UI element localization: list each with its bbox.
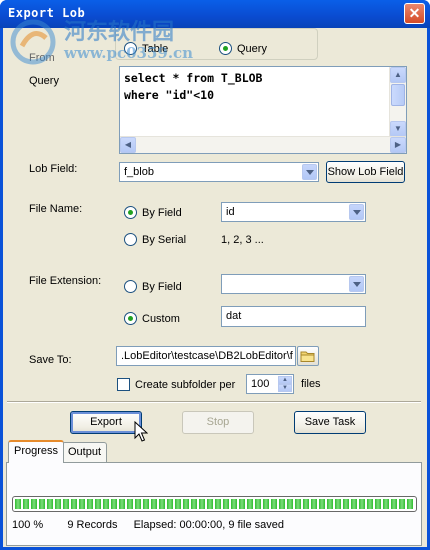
chevron-down-icon[interactable] xyxy=(349,276,364,292)
files-label: files xyxy=(301,378,321,390)
file-name-field-value: id xyxy=(226,206,235,218)
tab-output[interactable]: Output xyxy=(62,442,108,462)
radio-indicator xyxy=(124,280,137,293)
show-lob-field-button[interactable]: Show Lob Field xyxy=(326,161,405,183)
close-button[interactable]: ✕ xyxy=(404,3,425,24)
file-name-field-select[interactable]: id xyxy=(221,202,366,222)
chevron-down-icon[interactable] xyxy=(302,164,317,180)
query-vertical-scrollbar[interactable]: ▲ ▼ xyxy=(389,67,406,138)
file-ext-by-field-radio[interactable]: By Field xyxy=(124,280,182,293)
save-task-button[interactable]: Save Task xyxy=(294,411,366,434)
spin-up-icon[interactable]: ▲ xyxy=(278,376,292,384)
query-line-2: where "id"<10 xyxy=(124,88,215,102)
spin-down-icon[interactable]: ▼ xyxy=(278,384,292,392)
dialog-body: From Table Query Query select * from T_B… xyxy=(3,28,427,547)
scroll-down-icon[interactable]: ▼ xyxy=(390,121,406,137)
file-name-by-field-radio[interactable]: By Field xyxy=(124,206,182,219)
query-line-1: select * from T_BLOB xyxy=(124,71,263,85)
lob-field-value: f_blob xyxy=(124,166,154,178)
export-button[interactable]: Export xyxy=(70,411,142,434)
file-ext-by-field-label: By Field xyxy=(142,280,182,293)
progress-fill xyxy=(15,499,414,509)
scroll-thumb[interactable] xyxy=(391,84,405,106)
close-icon: ✕ xyxy=(408,5,421,21)
stop-button[interactable]: Stop xyxy=(182,411,254,434)
file-name-by-serial-radio[interactable]: By Serial xyxy=(124,233,186,246)
query-label: Query xyxy=(29,75,59,87)
progress-percent: 100 % xyxy=(12,519,44,531)
scroll-left-icon[interactable]: ◀ xyxy=(120,137,136,153)
lob-field-label: Lob Field: xyxy=(29,163,78,175)
custom-extension-input[interactable]: dat xyxy=(221,306,366,327)
progress-panel: 100 % 9 Records Elapsed: 00:00:00, 9 fil… xyxy=(6,462,422,546)
file-ext-custom-label: Custom xyxy=(142,312,180,325)
from-query-radio[interactable]: Query xyxy=(219,42,267,55)
scroll-right-icon[interactable]: ▶ xyxy=(390,137,406,153)
file-ext-custom-radio[interactable]: Custom xyxy=(124,312,180,325)
separator xyxy=(7,401,421,403)
from-label: From xyxy=(29,52,55,64)
title-bar[interactable]: Export Lob ✕ xyxy=(0,0,430,28)
file-name-by-field-label: By Field xyxy=(142,206,182,219)
from-query-label: Query xyxy=(237,42,267,55)
progress-status: 100 % 9 Records Elapsed: 00:00:00, 9 fil… xyxy=(12,519,284,531)
progress-records: 9 Records xyxy=(67,519,118,531)
file-name-label: File Name: xyxy=(29,203,83,215)
checkbox-box xyxy=(117,378,130,391)
browse-folder-button[interactable] xyxy=(297,346,319,366)
progress-elapsed: Elapsed: 00:00:00, 9 file saved xyxy=(133,519,285,531)
from-table-label: Table xyxy=(142,42,169,55)
mouse-pointer-icon xyxy=(134,421,148,442)
create-subfolder-checkbox[interactable]: Create subfolder per xyxy=(117,378,235,391)
radio-indicator xyxy=(219,42,232,55)
window-title: Export Lob xyxy=(8,6,86,20)
files-per-folder-value: 100 xyxy=(251,378,270,390)
scroll-up-icon[interactable]: ▲ xyxy=(390,67,406,83)
tab-progress[interactable]: Progress xyxy=(8,440,65,463)
from-table-radio[interactable]: Table xyxy=(124,42,168,55)
file-ext-field-select[interactable] xyxy=(221,274,366,294)
serial-preview: 1, 2, 3 ... xyxy=(221,234,264,246)
file-extension-label: File Extension: xyxy=(29,275,102,287)
export-progress-bar xyxy=(12,496,417,512)
query-textarea[interactable]: select * from T_BLOB where "id"<10 ▲ ▼ ◀… xyxy=(119,66,407,154)
radio-indicator xyxy=(124,312,137,325)
query-text: select * from T_BLOB where "id"<10 xyxy=(124,70,262,104)
lob-field-select[interactable]: f_blob xyxy=(119,162,319,182)
radio-indicator xyxy=(124,233,137,246)
radio-indicator xyxy=(124,206,137,219)
radio-indicator xyxy=(124,42,137,55)
save-to-path-input[interactable]: .LobEditor\testcase\DB2LobEditor\f xyxy=(116,346,296,366)
query-horizontal-scrollbar[interactable]: ◀ ▶ xyxy=(120,136,406,153)
file-name-by-serial-label: By Serial xyxy=(142,233,187,246)
folder-icon xyxy=(300,351,315,362)
save-to-label: Save To: xyxy=(29,354,72,366)
create-subfolder-label: Create subfolder per xyxy=(135,378,236,391)
files-per-folder-spinner[interactable]: 100 ▲ ▼ xyxy=(246,374,294,394)
export-lob-window: Export Lob ✕ 河东软件园 www.pc0359.cn From Ta… xyxy=(0,0,430,550)
chevron-down-icon[interactable] xyxy=(349,204,364,220)
